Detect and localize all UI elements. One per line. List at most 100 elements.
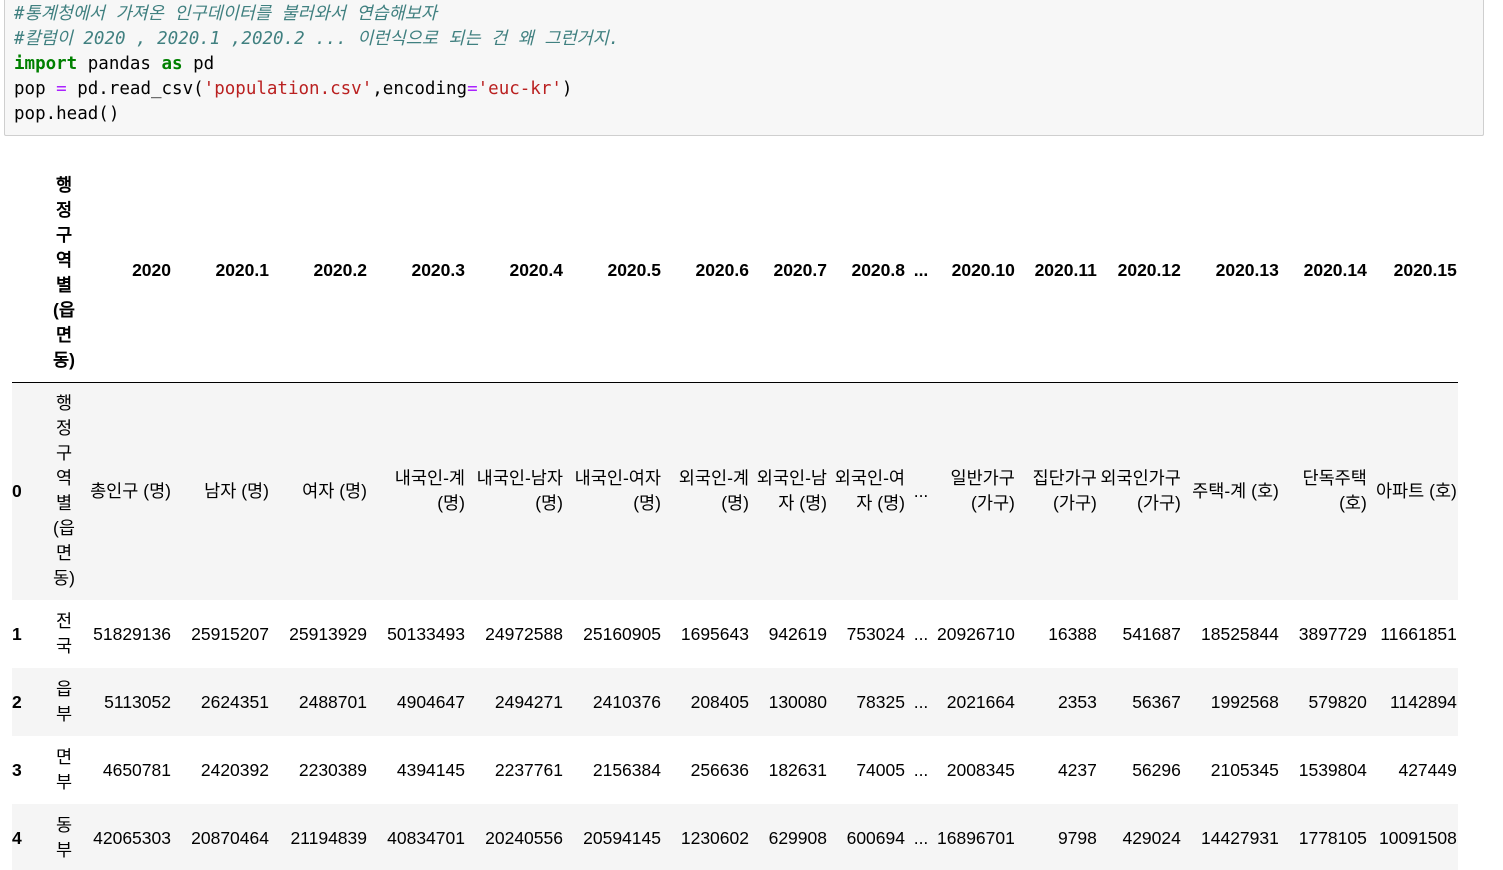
column-header: 2020.2 [270,160,368,383]
table-cell: 외국인-여자 (명) [834,468,905,514]
table-cell: 1230602 [680,827,749,848]
row-index: 0 [12,480,22,501]
table-cell: 16388 [1048,623,1097,644]
column-header: 2020.1 [172,160,270,383]
table-cell: 내국인-여자 (명) [574,468,661,514]
table-cell: 2021664 [946,691,1015,712]
table-cell: 25913929 [289,623,367,644]
code-comment-line-1: #통계청에서 가져온 인구데이터를 불러와서 연습해보자 [14,2,437,27]
code-text: pd.read_csv( [66,79,204,99]
table-cell: 여자 (명) [302,480,367,501]
column-header: 2020.14 [1279,160,1368,383]
code-read-csv-line: pop = pd.read_csv('population.csv',encod… [14,77,572,102]
region-text: 전국 [55,611,73,656]
column-header-ellipsis: ... [906,160,936,383]
table-cell: 4237 [1057,759,1097,780]
ellipsis-cell: ... [913,623,929,644]
operator: = [467,79,478,99]
region-text: 동부 [55,815,73,860]
table-cell: 10091508 [1379,827,1457,848]
table-cell: 427449 [1398,759,1457,780]
table-cell: 주택-계 (호) [1192,480,1279,501]
table-cell: 남자 (명) [204,480,269,501]
table-cell: 24972588 [485,623,563,644]
table-row: 1 전국 51829136 25915207 25913929 50133493… [12,600,1458,668]
column-header: 2020 [88,160,172,383]
table-cell: 집단가구 (가구) [1032,468,1097,514]
index-name-header: 행정구역별(읍면동) [40,160,88,383]
table-cell: 629908 [768,827,827,848]
table-cell: 4904647 [396,691,465,712]
table-cell: 130080 [768,691,827,712]
ellipsis-cell: ... [913,759,929,780]
column-header: 2020.12 [1097,160,1182,383]
region-cell: 전국 [40,600,88,668]
code-cell[interactable]: #통계청에서 가져온 인구데이터를 불러와서 연습해보자 #칼럼이 2020 ,… [4,0,1484,136]
table-cell: 25915207 [191,623,269,644]
region-cell: 동부 [40,804,88,870]
string-literal: 'euc-kr' [477,79,562,99]
table-cell: 5113052 [104,691,171,712]
keyword-import: import [14,54,78,74]
code-text: ,encoding [372,79,468,99]
region-cell: 읍부 [40,668,88,736]
table-cell: 2237761 [494,759,563,780]
table-cell: 18525844 [1201,623,1279,644]
table-cell: 9798 [1057,827,1097,848]
table-cell: 20926710 [937,623,1015,644]
code-text: ) [561,79,573,99]
column-header: 2020.10 [936,160,1016,383]
table-cell: 600694 [846,827,905,848]
ellipsis-cell: ... [913,480,929,501]
table-cell: 50133493 [387,623,465,644]
code-text: pandas [77,54,162,74]
table-cell: 942619 [768,623,827,644]
table-row: 4 동부 42065303 20870464 21194839 40834701… [12,804,1458,870]
table-cell: 20240556 [485,827,563,848]
comment-text: #칼럼이 2020 , 2020.1 ,2020.2 ... 이런식으로 되는 … [14,29,620,49]
table-cell: 14427931 [1201,827,1279,848]
column-header: 2020.11 [1015,160,1098,383]
table-cell: 579820 [1308,691,1367,712]
table-cell: 4394145 [396,759,465,780]
header-row: 행정구역별(읍면동) 2020 2020.1 2020.2 2020.3 202… [12,160,1458,383]
table-cell: 내국인-계 (명) [394,468,465,514]
table-cell: 20870464 [191,827,269,848]
column-header: 2020.5 [564,160,662,383]
table-cell: 256636 [690,759,749,780]
table-cell: 내국인-남자 (명) [476,468,563,514]
column-header: 2020.3 [368,160,466,383]
table-row: 3 면부 4650781 2420392 2230389 4394145 223… [12,736,1458,804]
table-cell: 56367 [1132,691,1181,712]
table-cell: 541687 [1122,623,1181,644]
table-cell: 외국인가구 (가구) [1100,468,1181,514]
table-cell: 42065303 [93,827,171,848]
table-cell: 21194839 [290,827,367,848]
code-text: pop [14,79,57,99]
region-text: 행정구역별(읍면동) [53,393,75,589]
region-cell: 면부 [40,736,88,804]
table-cell: 2353 [1057,691,1097,712]
code-text: pop.head() [14,104,120,124]
code-text: pd [182,54,215,74]
operator: = [56,79,67,99]
keyword-as: as [161,54,183,74]
region-text: 읍부 [55,679,73,724]
row-index: 4 [12,827,22,848]
ellipsis-cell: ... [913,827,929,848]
dataframe-output: 행정구역별(읍면동) 2020 2020.1 2020.2 2020.3 202… [12,160,1503,870]
column-header: 2020.4 [466,160,564,383]
code-comment-line-2: #칼럼이 2020 , 2020.1 ,2020.2 ... 이런식으로 되는 … [14,27,619,52]
code-import-line: import pandas as pd [14,52,214,77]
table-cell: 753024 [846,623,905,644]
table-cell: 2105345 [1210,759,1279,780]
table-cell: 74005 [856,759,905,780]
table-cell: 20594145 [583,827,661,848]
ellipsis-cell: ... [913,691,929,712]
row-index: 2 [12,691,22,712]
table-cell: 2410376 [592,691,661,712]
table-cell: 외국인-남자 (명) [756,468,827,514]
column-header: 2020.7 [750,160,828,383]
table-cell: 208405 [690,691,749,712]
table-row: 2 읍부 5113052 2624351 2488701 4904647 249… [12,668,1458,736]
